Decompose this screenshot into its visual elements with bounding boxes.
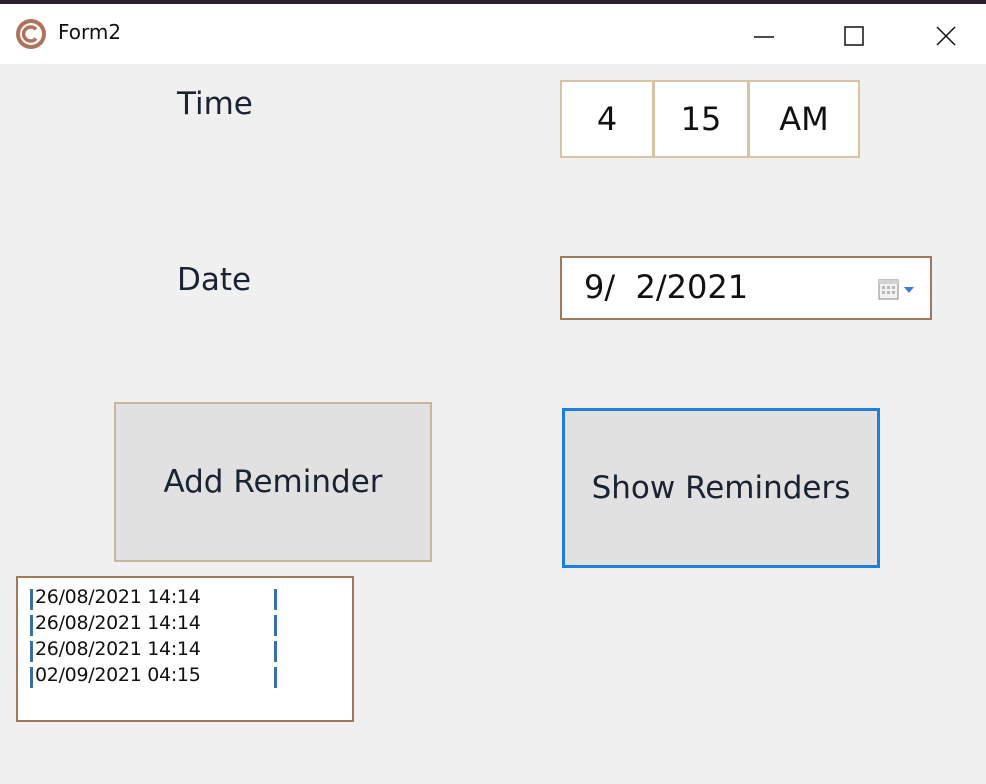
column-separator-left	[30, 615, 33, 636]
app-c-icon	[15, 18, 47, 50]
maximize-button[interactable]	[814, 8, 894, 64]
minimize-icon	[754, 36, 774, 38]
column-separator-right	[274, 615, 277, 636]
column-separator-left	[30, 589, 33, 610]
time-label: Time	[177, 86, 253, 122]
calendar-dropdown-button[interactable]	[878, 278, 922, 302]
window-title: Form2	[58, 20, 122, 44]
list-item-text: 26/08/2021 14:14	[35, 586, 201, 608]
date-picker[interactable]: 9/ 2/2021	[560, 256, 932, 320]
list-item[interactable]: 02/09/2021 04:15	[30, 664, 280, 690]
maximize-icon	[844, 26, 864, 46]
date-label: Date	[177, 262, 252, 298]
add-reminder-button[interactable]: Add Reminder	[114, 402, 432, 562]
date-value[interactable]: 9/ 2/2021	[584, 268, 748, 306]
column-separator-right	[274, 589, 277, 610]
list-item-text: 02/09/2021 04:15	[35, 664, 201, 686]
ampm-field[interactable]: AM	[748, 80, 860, 158]
column-separator-right	[274, 667, 277, 688]
close-icon	[936, 26, 956, 46]
close-button[interactable]	[906, 8, 986, 64]
list-item-text: 26/08/2021 14:14	[35, 638, 201, 660]
minimize-button[interactable]	[724, 8, 804, 64]
title-bar[interactable]: Form2	[0, 4, 986, 64]
list-item[interactable]: 26/08/2021 14:14	[30, 612, 280, 638]
column-separator-left	[30, 667, 33, 688]
hour-field[interactable]: 4	[560, 80, 654, 158]
reminders-list[interactable]: 26/08/2021 14:14 26/08/2021 14:14 26/08/…	[16, 576, 354, 722]
column-separator-right	[274, 641, 277, 662]
column-separator-left	[30, 641, 33, 662]
calendar-dropdown-icon	[878, 279, 914, 300]
list-item[interactable]: 26/08/2021 14:14	[30, 638, 280, 664]
list-item[interactable]: 26/08/2021 14:14	[30, 586, 280, 612]
list-item-text: 26/08/2021 14:14	[35, 612, 201, 634]
show-reminders-button[interactable]: Show Reminders	[562, 408, 880, 568]
minute-field[interactable]: 15	[653, 80, 749, 158]
